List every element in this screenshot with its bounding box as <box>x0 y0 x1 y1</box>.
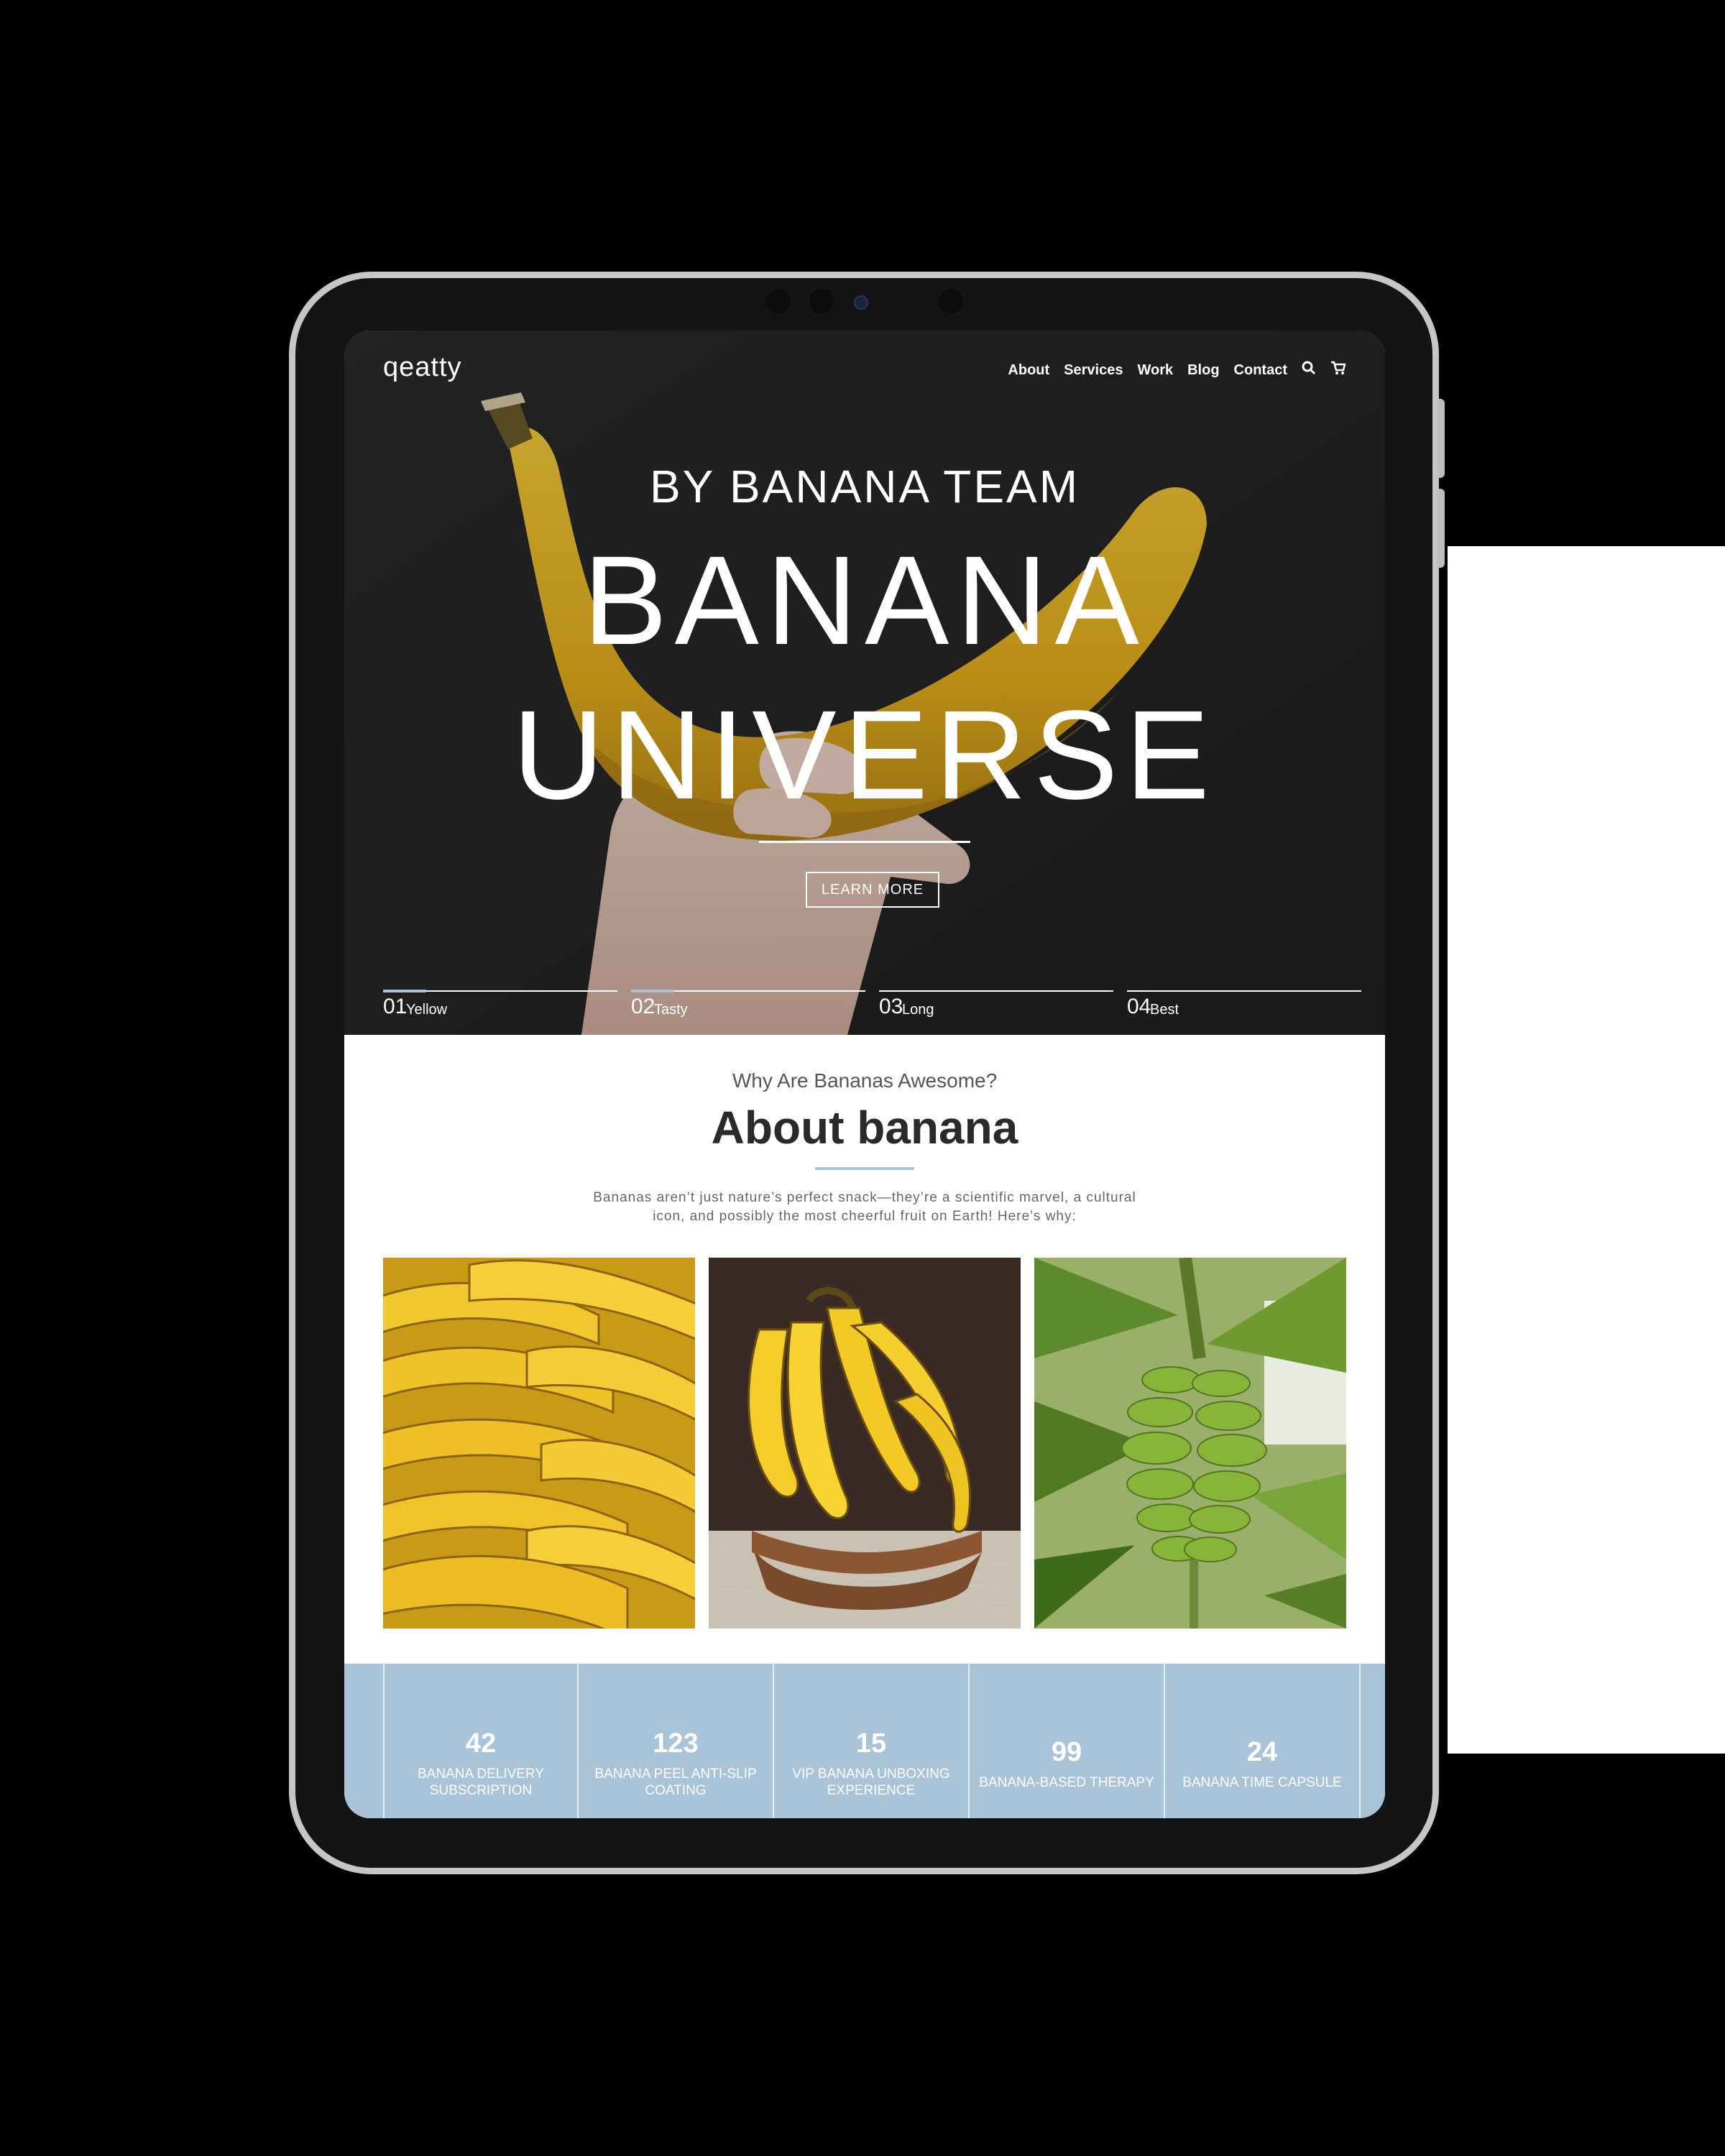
stat-label: VIP BANANA UNBOXING EXPERIENCE <box>792 1766 950 1798</box>
nav-link-work[interactable]: Work <box>1137 362 1173 379</box>
about-title: About banana <box>711 1102 1018 1153</box>
sensor-dot <box>809 289 834 313</box>
slide-label: Yellow <box>406 1002 448 1018</box>
nav-link-services[interactable]: Services <box>1064 362 1123 379</box>
hero-title-line-2: UNIVERSE <box>512 685 1217 826</box>
photo-banana-bowl <box>709 1258 1021 1628</box>
stat-label: BANANA TIME CAPSULE <box>1182 1775 1342 1790</box>
slide-label: Long <box>902 1002 934 1018</box>
stat-value: 24 <box>1246 1737 1278 1767</box>
stat-value: 15 <box>855 1728 887 1759</box>
about-divider <box>815 1167 914 1170</box>
slider-tab-tasty[interactable]: 02 Tasty <box>631 990 865 1018</box>
slider-tab-yellow[interactable]: 01 Yellow <box>383 990 617 1018</box>
nav-menu: About Services Work Blog Contact <box>1008 361 1346 379</box>
site-logo[interactable]: qeatty <box>383 352 462 383</box>
stat-banana-delivery: 42 BANANA DELIVERY SUBSCRIPTION <box>383 1664 579 1818</box>
slide-progress-indicator <box>383 990 426 992</box>
slide-number: 04 <box>1127 995 1151 1018</box>
slide-number: 01 <box>383 995 408 1018</box>
stat-value: 123 <box>653 1728 699 1759</box>
stat-label: BANANA PEEL ANTI-SLIP COATING <box>594 1766 757 1798</box>
volume-down-button <box>1438 489 1445 568</box>
nav-link-blog[interactable]: Blog <box>1187 362 1219 379</box>
nav-link-contact[interactable]: Contact <box>1234 362 1287 379</box>
slider-tab-best[interactable]: 04 Best <box>1127 990 1361 1018</box>
stats-band: 42 BANANA DELIVERY SUBSCRIPTION 123 BANA… <box>344 1664 1385 1818</box>
hero-kicker: BY BANANA TEAM <box>649 461 1080 512</box>
slide-number: 02 <box>631 995 656 1018</box>
about-description: Bananas aren’t just nature’s perfect sna… <box>593 1190 1136 1224</box>
learn-more-button[interactable]: LEARN MORE <box>806 872 939 908</box>
volume-up-button <box>1438 399 1445 478</box>
sensor-dot <box>766 289 791 313</box>
tablet-screen: qeatty About Services Work Blog Contact … <box>344 331 1385 1818</box>
stat-label: BANANA-BASED THERAPY <box>979 1775 1154 1790</box>
photo-banana-pile <box>383 1258 695 1628</box>
stat-banana-therapy: 99 BANANA-BASED THERAPY <box>970 1664 1165 1818</box>
slide-label: Tasty <box>654 1002 688 1018</box>
nav-link-about[interactable]: About <box>1008 362 1049 379</box>
photo-banana-tree <box>1034 1258 1346 1628</box>
sensor-dot <box>939 289 963 313</box>
stat-anti-slip-coating: 123 BANANA PEEL ANTI-SLIP COATING <box>579 1664 774 1818</box>
hero-section: qeatty About Services Work Blog Contact … <box>344 331 1385 1035</box>
hero-divider <box>759 841 970 843</box>
about-kicker: Why Are Bananas Awesome? <box>732 1069 998 1092</box>
background-panel <box>1448 546 1725 1754</box>
stat-value: 42 <box>465 1728 497 1759</box>
slider-tab-long[interactable]: 03 Long <box>879 990 1113 1018</box>
stat-time-capsule: 24 BANANA TIME CAPSULE <box>1165 1664 1361 1818</box>
hero-title-line-1: BANANA <box>583 530 1146 671</box>
stat-label: BANANA DELIVERY SUBSCRIPTION <box>417 1766 544 1798</box>
stat-vip-unboxing: 15 VIP BANANA UNBOXING EXPERIENCE <box>774 1664 970 1818</box>
slide-progress-indicator <box>631 990 674 992</box>
top-navigation: qeatty About Services Work Blog Contact <box>383 352 1346 388</box>
about-section: Why Are Bananas Awesome? About banana Ba… <box>344 1035 1385 1664</box>
slide-label: Best <box>1150 1002 1179 1018</box>
stat-value: 99 <box>1051 1737 1082 1767</box>
slide-number: 03 <box>879 995 903 1018</box>
camera-lens <box>854 295 868 310</box>
search-icon[interactable] <box>1302 361 1316 379</box>
cart-icon[interactable] <box>1330 361 1346 379</box>
